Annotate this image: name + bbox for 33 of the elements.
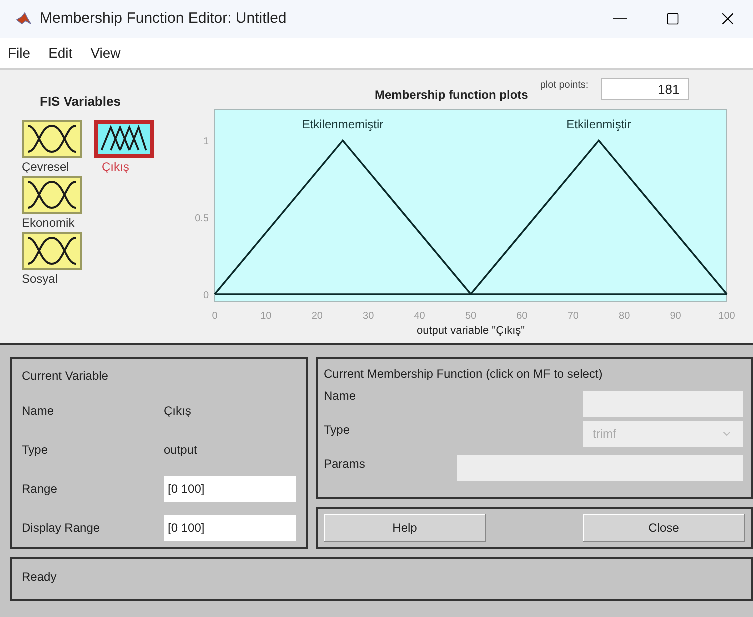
x-tick-label: 40	[414, 310, 426, 322]
panel-title: Current Membership Function (click on MF to select)	[324, 366, 604, 383]
mf-label: Etkilenmemiştir	[302, 117, 384, 132]
status-text: Ready	[22, 570, 57, 584]
x-tick-label: 0	[212, 310, 218, 322]
field-value: Çıkış	[164, 402, 192, 420]
panel-title: Current Variable	[22, 368, 110, 385]
field-label: Name	[22, 402, 56, 420]
y-tick-label: 1	[203, 136, 209, 148]
window-title: Membership Function Editor: Untitled	[40, 8, 287, 29]
x-tick-label: 90	[670, 310, 682, 322]
x-tick-label: 70	[568, 310, 579, 322]
x-tick-label: 10	[260, 310, 272, 322]
x-tick-label: 80	[619, 310, 630, 322]
plot-points-label: plot points:	[540, 79, 589, 93]
field-value: output	[164, 442, 198, 458]
mf-label: Etkilenmiştir	[566, 117, 632, 132]
x-tick-label: 30	[363, 310, 374, 322]
field-label: Type	[324, 422, 350, 439]
x-axis-label: output variable "Çıkış"	[416, 324, 526, 337]
x-tick-label: 60	[516, 310, 528, 322]
x-tick-label: 50	[465, 310, 477, 322]
field-label: Display Range	[22, 520, 102, 536]
fis-variables-title: FIS Variables	[39, 93, 122, 111]
x-tick-label: 100	[718, 310, 736, 322]
chart-title: Membership function plots	[375, 87, 528, 104]
field-label: Range	[22, 480, 58, 498]
field-label: Type	[22, 442, 50, 458]
y-tick-label: 0	[203, 290, 209, 301]
x-tick-label: 20	[312, 310, 323, 322]
field-label: Name	[324, 388, 356, 405]
field-label: Params	[324, 456, 366, 473]
y-tick-label: 0.5	[195, 213, 209, 224]
